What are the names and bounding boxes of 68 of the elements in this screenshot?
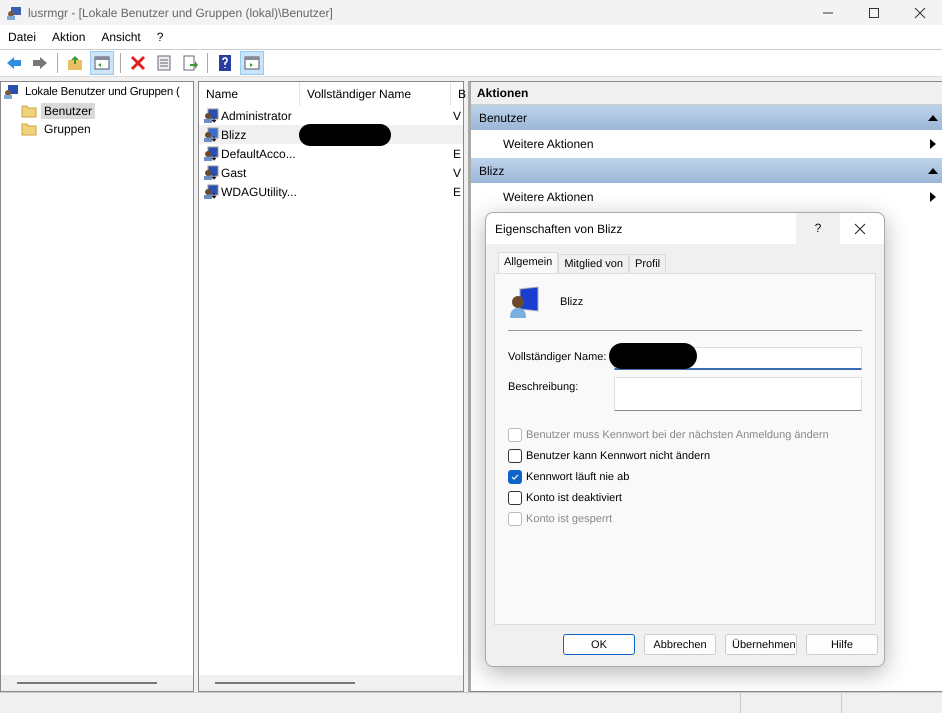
column-header[interactable]: B — [451, 82, 468, 106]
table-cell: DefaultAcco... — [221, 146, 296, 160]
field-label: Beschreibung: — [508, 380, 580, 393]
tree-item[interactable]: Gruppen — [41, 121, 94, 137]
field-label: Vollständiger Name: — [508, 350, 608, 363]
table-row[interactable]: Gast V — [199, 163, 463, 182]
table-cell: Blizz — [221, 128, 246, 142]
table-cell: WDAGUtility... — [221, 184, 297, 198]
column-header[interactable]: Vollständiger Name — [300, 82, 451, 106]
close-icon[interactable] — [854, 222, 866, 234]
dialog-title: Eigenschaften von Blizz — [495, 222, 624, 236]
table-row[interactable]: Administrator V — [199, 106, 463, 125]
checkbox-label: Kennwort läuft nie ab — [526, 471, 630, 483]
collapse-icon — [928, 114, 938, 120]
maximize-icon[interactable] — [868, 6, 880, 18]
menu-item[interactable]: Ansicht — [101, 30, 141, 44]
submenu-arrow-icon — [930, 139, 936, 149]
checkbox[interactable] — [508, 449, 522, 463]
tree-item[interactable]: Benutzer — [41, 103, 96, 119]
user-selected-icon — [203, 126, 219, 142]
user-name: Blizz — [560, 296, 584, 308]
table-cell: Administrator — [221, 108, 292, 122]
computer-icon — [3, 84, 19, 100]
menu-item[interactable]: ? — [156, 30, 164, 44]
action-group-header[interactable]: Blizz — [471, 158, 942, 183]
folder-icon — [21, 121, 37, 137]
window-title: lusrmgr - [Lokale Benutzer und Gruppen (lokal)\Benutzer] — [28, 6, 333, 20]
user-icon — [203, 146, 219, 162]
table-cell: E — [453, 146, 462, 160]
table-row[interactable]: WDAGUtility... E — [199, 182, 463, 201]
checkbox[interactable] — [508, 491, 522, 505]
close-icon[interactable] — [914, 6, 926, 18]
input-field[interactable] — [614, 377, 862, 411]
table-cell: V — [453, 166, 462, 180]
dialog-button[interactable]: Hilfe — [806, 634, 878, 655]
folder-icon — [21, 103, 37, 119]
table-cell: Gast — [221, 166, 246, 180]
tab[interactable]: Mitglied von — [558, 254, 630, 273]
checkbox-label: Benutzer muss Kennwort bei der nächsten Anmeldung ändern — [526, 429, 829, 441]
table-cell: V — [453, 108, 462, 122]
pane-toggle-icon[interactable] — [240, 51, 264, 75]
tab[interactable]: Profil — [629, 254, 666, 273]
menu-item[interactable]: Datei — [8, 30, 36, 44]
tree-item[interactable]: Lokale Benutzer und Gruppen ( — [22, 85, 183, 99]
checkbox-label: Konto ist deaktiviert — [526, 492, 622, 504]
checkbox-label: Konto ist gesperrt — [526, 513, 612, 525]
users-icon — [6, 4, 22, 20]
column-header[interactable]: Name — [199, 82, 300, 106]
action-group-header[interactable]: Benutzer — [471, 105, 942, 130]
submenu-arrow-icon — [930, 192, 936, 202]
user-icon — [203, 184, 219, 200]
dialog-button[interactable]: Abbrechen — [644, 634, 716, 655]
pane-toggle-icon[interactable] — [90, 51, 114, 75]
checkbox[interactable] — [508, 470, 522, 484]
table-row[interactable]: DefaultAcco... E — [199, 144, 463, 163]
menu-item[interactable]: Aktion — [52, 30, 86, 44]
user-icon — [203, 164, 219, 180]
dialog-button[interactable]: Übernehmen — [725, 634, 797, 655]
checkbox-label: Benutzer kann Kennwort nicht ändern — [526, 450, 710, 462]
check-icon — [510, 472, 520, 482]
collapse-icon — [928, 168, 938, 174]
dialog-button[interactable]: OK — [563, 634, 635, 655]
tab[interactable]: Allgemein — [498, 252, 558, 273]
table-cell: E — [453, 184, 462, 198]
table-row[interactable]: Blizz — [199, 125, 463, 144]
user-icon — [203, 108, 219, 124]
help-button[interactable]: ? — [796, 213, 840, 244]
actions-header: Aktionen — [471, 82, 942, 105]
